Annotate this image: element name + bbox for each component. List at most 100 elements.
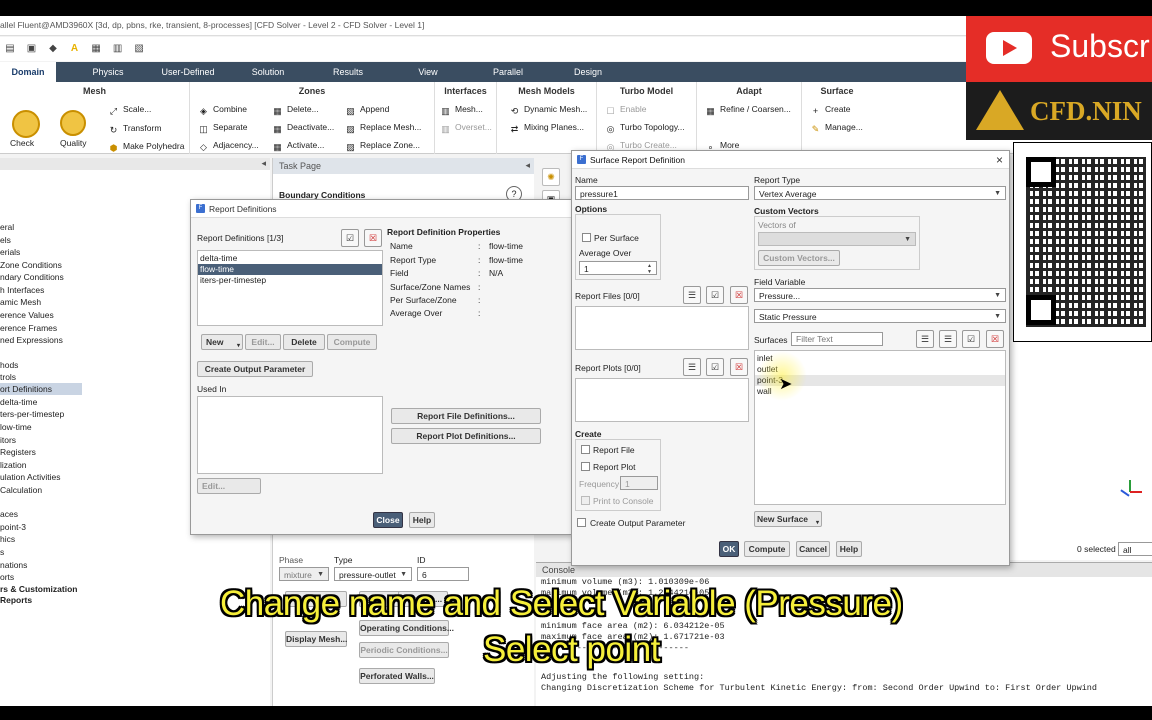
report-plots-list[interactable] <box>575 378 749 422</box>
deselect-all-icon[interactable]: ☒ <box>730 286 748 304</box>
save-icon[interactable]: ▣ <box>26 43 38 55</box>
turbo-enable-checkbox[interactable]: ☐ Enable <box>605 104 646 117</box>
name-input[interactable]: pressure1 <box>575 186 749 200</box>
surface-create-button[interactable]: + Create <box>810 104 851 117</box>
tree-item[interactable]: Zone Conditions <box>0 259 62 271</box>
layout-icon[interactable]: ▥ <box>112 43 124 55</box>
print-console-checkbox[interactable] <box>581 496 590 505</box>
create-output-parameter-button[interactable]: Create Output Parameter <box>197 361 313 377</box>
report-file-definitions-button[interactable]: Report File Definitions... <box>391 408 541 424</box>
select-all-icon[interactable]: ☑ <box>706 286 724 304</box>
report-plot-definitions-button[interactable]: Report Plot Definitions... <box>391 428 541 444</box>
type-select[interactable]: pressure-outlet ▼ <box>334 567 412 581</box>
tree-item[interactable]: nations <box>0 559 27 571</box>
collapse-arrow-icon[interactable]: ◂ <box>261 158 266 169</box>
tree-item[interactable]: ters-per-timestep <box>0 408 64 420</box>
interface-mesh-button[interactable]: ▥ Mesh... <box>440 104 483 117</box>
perforated-walls-button[interactable]: Perforated Walls... <box>359 668 435 684</box>
scale-button[interactable]: ⤢ Scale... <box>108 104 151 117</box>
tab-results[interactable]: Results <box>320 62 376 82</box>
report-files-list[interactable] <box>575 306 749 350</box>
id-field[interactable]: 6 <box>417 567 469 581</box>
graphics-settings-icon[interactable]: ✺ <box>542 168 560 186</box>
used-in-edit-button[interactable]: Edit... <box>197 478 261 494</box>
tree-item[interactable]: erence Values <box>0 309 54 321</box>
delete-button[interactable]: Delete <box>283 334 325 350</box>
surface-manage-button[interactable]: ✎ Manage... <box>810 122 863 135</box>
list-item[interactable]: flow-time <box>198 264 382 275</box>
combine-button[interactable]: ◈ Combine <box>198 104 247 117</box>
separate-button[interactable]: ◫ Separate <box>198 122 247 135</box>
list-item[interactable]: iters-per-timestep <box>198 275 382 286</box>
check-button[interactable]: Check <box>10 138 34 148</box>
new-surface-button[interactable]: New Surface ▾ <box>754 511 822 527</box>
replace-mesh-button[interactable]: ▨ Replace Mesh... <box>345 122 421 135</box>
tree-item[interactable]: orts <box>0 571 14 583</box>
mixing-planes-button[interactable]: ⇄ Mixing Planes... <box>509 122 584 135</box>
copy-icon[interactable]: ▤ <box>4 43 16 55</box>
tree-item[interactable]: point-3 <box>0 521 26 533</box>
graphics-window[interactable]: 0 selected all <box>1010 340 1152 560</box>
tab-solution[interactable]: Solution <box>240 62 296 82</box>
field-variable-select[interactable]: Pressure... ▼ <box>754 288 1006 302</box>
tree-item[interactable]: ned Expressions <box>0 334 63 346</box>
surfaces-filter-input[interactable] <box>791 332 883 346</box>
append-button[interactable]: ▧ Append <box>345 104 389 117</box>
quality-icon[interactable] <box>60 110 86 136</box>
deselect-all-icon[interactable]: ☒ <box>364 229 382 247</box>
turbo-topology-button[interactable]: ◎ Turbo Topology... <box>605 122 685 135</box>
tree-item[interactable]: s <box>0 546 4 558</box>
pan-icon[interactable]: ◆ <box>47 43 59 55</box>
per-surface-checkbox[interactable] <box>582 233 591 242</box>
tree-item[interactable]: Registers <box>0 446 36 458</box>
replace-zone-button[interactable]: ▨ Replace Zone... <box>345 140 420 153</box>
tree-item[interactable]: hics <box>0 533 15 545</box>
tab-domain[interactable]: Domain <box>0 62 56 82</box>
tab-design[interactable]: Design <box>560 62 616 82</box>
periodic-conditions-button[interactable]: Periodic Conditions... <box>359 642 449 658</box>
youtube-subscribe-banner[interactable]: Subscr <box>966 16 1152 82</box>
tree-item[interactable]: itors <box>0 434 16 446</box>
tree-item[interactable]: erials <box>0 246 20 258</box>
transform-button[interactable]: ↻ Transform <box>108 123 162 136</box>
tree-item[interactable]: Calculation <box>0 484 42 496</box>
ok-button[interactable]: OK <box>719 541 739 557</box>
frequency-stepper[interactable]: 1 <box>620 476 658 490</box>
tree-item[interactable]: lization <box>0 459 26 471</box>
tree-item[interactable]: h Interfaces <box>0 284 44 296</box>
select-all-icon[interactable]: ☑ <box>962 330 980 348</box>
field-sub-variable-select[interactable]: Static Pressure ▼ <box>754 309 1006 323</box>
report-plot-checkbox[interactable] <box>581 462 590 471</box>
select-all-icon[interactable]: ☑ <box>341 229 359 247</box>
phase-select[interactable]: mixture ▼ <box>279 567 329 581</box>
surfaces-list[interactable]: inlet outlet point-3 wall ➤ <box>754 350 1006 505</box>
tree-item-report-definitions[interactable]: ort Definitions <box>0 383 82 395</box>
selection-filter-select[interactable]: all <box>1118 542 1152 556</box>
report-type-select[interactable]: Vertex Average ▼ <box>754 186 1006 200</box>
display-mesh-button[interactable]: Display Mesh... <box>285 631 347 647</box>
report-file-checkbox[interactable] <box>581 445 590 454</box>
cancel-button[interactable]: Cancel <box>796 541 830 557</box>
overset-button[interactable]: ▥ Overset... <box>440 122 492 135</box>
close-icon[interactable]: × <box>996 153 1003 167</box>
tree-item[interactable]: delta-time <box>0 396 37 408</box>
compute-button[interactable]: Compute <box>744 541 790 557</box>
edit-button[interactable]: Edit... <box>245 334 281 350</box>
tree-item[interactable]: ndary Conditions <box>0 271 64 283</box>
help-button[interactable]: Help <box>836 541 862 557</box>
tab-physics[interactable]: Physics <box>80 62 136 82</box>
list-icon[interactable]: ☰ <box>683 358 701 376</box>
tree-item[interactable]: Reports <box>0 594 32 606</box>
delete-zone-button[interactable]: ▦ Delete... <box>272 104 318 117</box>
help-button[interactable]: Help <box>409 512 435 528</box>
tree-item[interactable]: aces <box>0 508 18 520</box>
quality-button[interactable]: Quality <box>60 138 86 148</box>
create-output-parameter-checkbox[interactable] <box>577 518 586 527</box>
custom-vectors-button[interactable]: Custom Vectors... <box>758 250 840 266</box>
tree-item[interactable]: low-time <box>0 421 32 433</box>
deselect-all-icon[interactable]: ☒ <box>986 330 1004 348</box>
new-button[interactable]: New ▾ <box>201 334 243 350</box>
collapse-arrow-icon[interactable]: ◂ <box>525 160 530 171</box>
list-icon[interactable]: ☰ <box>683 286 701 304</box>
activate-button[interactable]: ▦ Activate... <box>272 140 324 153</box>
